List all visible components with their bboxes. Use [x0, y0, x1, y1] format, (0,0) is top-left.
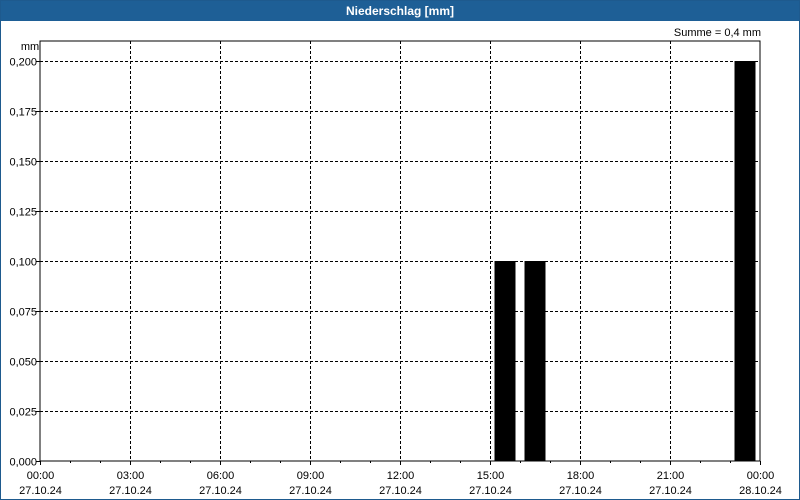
- y-tick-label: 0,125: [9, 207, 37, 219]
- summary-label: Summe = 0,4 mm: [674, 27, 761, 39]
- x-tick-date: 27.10.24: [109, 485, 152, 497]
- x-tick-date: 27.10.24: [649, 485, 692, 497]
- chart-canvas: Summe = 0,4 mm mm 0,000 0,025 0,050 0,075 0,…: [9, 27, 782, 497]
- x-tick-date: 27.10.24: [559, 485, 602, 497]
- bar: [524, 261, 546, 461]
- x-tick-time: 15:00: [477, 470, 505, 482]
- bar: [734, 61, 756, 461]
- x-tick-date: 27.10.24: [19, 485, 62, 497]
- y-tick-label: 0,025: [9, 407, 37, 419]
- y-tick-label: 0,150: [9, 157, 37, 169]
- x-tick-time: 06:00: [207, 470, 235, 482]
- y-tick-label: 0,075: [9, 307, 37, 319]
- x-tick-time: 00:00: [747, 470, 775, 482]
- x-tick-date: 27.10.24: [469, 485, 512, 497]
- x-tick-date: 27.10.24: [379, 485, 422, 497]
- x-tick-time: 18:00: [567, 470, 595, 482]
- x-tick-date: 27.10.24: [289, 485, 332, 497]
- y-unit-label: mm: [21, 41, 39, 53]
- x-tick-time: 21:00: [657, 470, 685, 482]
- y-tick-label: 0,050: [9, 357, 37, 369]
- y-tick-label: 0,000: [9, 457, 37, 469]
- x-tick-time: 03:00: [117, 470, 145, 482]
- y-tick-label: 0,175: [9, 107, 37, 119]
- x-tick-time: 00:00: [27, 470, 55, 482]
- x-tick-date: 28.10.24: [739, 485, 782, 497]
- y-tick-label: 0,200: [9, 57, 37, 69]
- bar: [494, 261, 516, 461]
- x-tick-time: 12:00: [387, 470, 415, 482]
- x-tick-date: 27.10.24: [199, 485, 242, 497]
- x-tick-time: 09:00: [297, 470, 325, 482]
- y-tick-label: 0,100: [9, 257, 37, 269]
